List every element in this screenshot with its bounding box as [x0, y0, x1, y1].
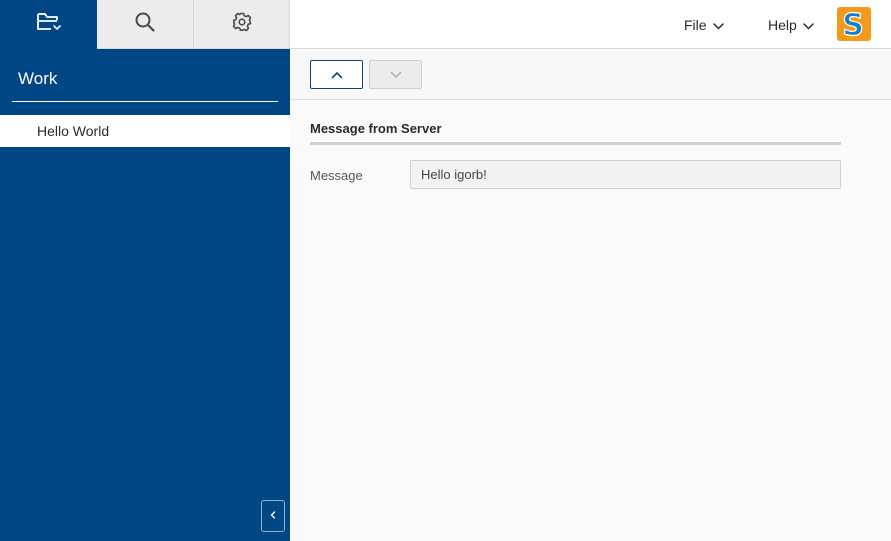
header: File Help S [290, 0, 891, 49]
chevron-down-icon [707, 17, 724, 33]
sidebar-title: Work [12, 49, 278, 102]
app-logo: S [837, 7, 871, 41]
sidebar-item-hello-world[interactable]: Hello World [0, 115, 290, 147]
file-menu-label: File [684, 16, 707, 33]
svg-text:S: S [842, 8, 864, 41]
chevron-down-icon [390, 66, 402, 84]
gear-icon [231, 11, 253, 38]
message-label: Message [310, 168, 363, 183]
sidebar-tabs [0, 0, 290, 49]
chevron-down-icon [797, 17, 814, 33]
sidebar: Work Hello World [0, 0, 290, 541]
message-field[interactable]: Hello igorb! [410, 160, 841, 189]
toolbar [290, 50, 891, 100]
tab-folders[interactable] [0, 0, 97, 49]
help-menu-label: Help [768, 16, 797, 33]
tab-search[interactable] [97, 0, 194, 49]
tab-settings[interactable] [194, 0, 290, 49]
search-icon [134, 11, 156, 38]
navigate-down-button[interactable] [369, 60, 422, 89]
chevron-left-icon [269, 507, 277, 525]
help-menu[interactable]: Help [768, 0, 814, 49]
folder-icon [35, 10, 63, 39]
navigate-up-button[interactable] [310, 60, 363, 89]
section-title: Message from Server [310, 121, 841, 145]
collapse-sidebar-button[interactable] [261, 500, 285, 532]
file-menu[interactable]: File [684, 0, 724, 49]
chevron-up-icon [331, 66, 343, 84]
